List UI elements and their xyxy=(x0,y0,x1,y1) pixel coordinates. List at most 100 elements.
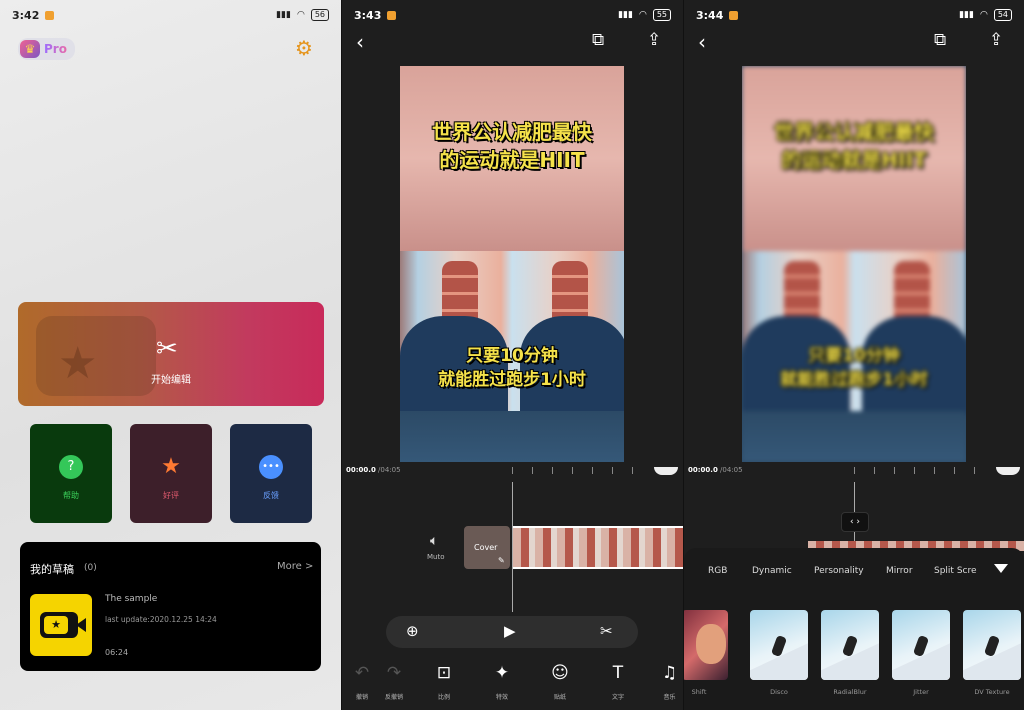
music-icon: ♫ xyxy=(661,663,678,683)
battery-icon: 54 xyxy=(993,9,1012,21)
chat-bubble-icon: ••• xyxy=(259,455,283,479)
filter-label: Jitter xyxy=(913,688,929,696)
effects-button[interactable]: ✦ 特效 xyxy=(482,660,522,701)
video-caption-bottom: 只要10分钟 就能胜过跑步1小时 xyxy=(780,346,928,390)
crown-icon: ♛ xyxy=(20,40,40,58)
mute-label: Muto xyxy=(427,553,445,561)
filter-label: Shift xyxy=(691,688,707,696)
play-icon[interactable]: ▶ xyxy=(504,622,516,640)
music-button[interactable]: ♫ 音乐 xyxy=(656,660,683,701)
help-button[interactable]: ? 帮助 xyxy=(30,424,112,523)
share-icon[interactable]: ⇪ xyxy=(989,30,1003,50)
feedback-button[interactable]: ••• 反馈 xyxy=(230,424,312,523)
notification-icon xyxy=(45,10,55,20)
pro-badge[interactable]: ♛ Pro xyxy=(18,38,75,60)
timeline-ruler[interactable] xyxy=(854,467,984,474)
wifi-icon: ◠ xyxy=(638,10,647,20)
smiley-icon: ☺ xyxy=(551,663,569,683)
draft-name: The sample xyxy=(105,594,158,604)
timeline-end-marker xyxy=(996,467,1020,475)
filter-label: DV Texture xyxy=(974,688,1010,696)
add-clip-icon[interactable]: ⊕ xyxy=(406,622,419,640)
battery-icon: 55 xyxy=(652,9,671,21)
signal-icon: ▮▮▮ xyxy=(618,10,633,20)
rate-label: 好评 xyxy=(163,491,179,500)
crop-icon[interactable]: ⧉ xyxy=(934,30,946,50)
video-caption-bottom: 只要10分钟 就能胜过跑步1小时 xyxy=(438,346,586,390)
filter-label: RadialBlur xyxy=(833,688,867,696)
trim-handle[interactable]: ‹ › xyxy=(841,512,869,532)
gear-icon[interactable]: ⚙ xyxy=(295,36,313,60)
ratio-icon: ⊡ xyxy=(436,663,452,683)
tab-split-screen[interactable]: Split Scre xyxy=(934,566,977,576)
tab-personality[interactable]: Personality xyxy=(814,566,864,576)
crop-icon[interactable]: ⧉ xyxy=(592,30,604,50)
timeline-time: 00:00.0 /04:05 xyxy=(346,466,401,474)
effects-panel: RGB Dynamic Personality Mirror Split Scr… xyxy=(684,548,1024,710)
scissors-icon: ✂ xyxy=(156,334,178,364)
tab-dynamic[interactable]: Dynamic xyxy=(752,566,792,576)
video-caption-top: 世界公认减肥最快 的运动就是HIIT xyxy=(432,120,592,172)
draft-last-update: last update:2020.12.25 14:24 xyxy=(105,615,217,624)
filter-radialblur[interactable] xyxy=(821,610,879,680)
video-preview-blurred[interactable]: 世界公认减肥最快 的运动就是HIIT 只要10分钟 就能胜过跑步1小时 xyxy=(742,66,966,462)
start-editing-label: 开始编辑 xyxy=(151,375,191,386)
editor-toolbar: ↶ 撤销 ↷ 反撤销 ⊡ 比例 ✦ 特效 ☺ 贴纸 T 文字 ♫ 音乐 xyxy=(342,660,683,710)
feedback-label: 反馈 xyxy=(263,491,279,500)
status-time: 3:43 xyxy=(354,8,382,22)
playback-controls: ⊕ ▶ ✂ xyxy=(386,616,638,648)
battery-icon: 56 xyxy=(310,9,329,21)
back-icon[interactable]: ‹ xyxy=(698,30,706,54)
tab-mirror[interactable]: Mirror xyxy=(886,566,913,576)
tab-rgb[interactable]: RGB xyxy=(708,566,727,576)
drafts-count: (0) xyxy=(84,563,97,573)
star-face-icon: ★ xyxy=(161,454,181,479)
collapse-panel-icon[interactable] xyxy=(994,564,1008,573)
signal-icon: ▮▮▮ xyxy=(276,10,291,20)
draft-thumbnail[interactable]: ★ xyxy=(30,594,92,656)
filter-jitter[interactable] xyxy=(892,610,950,680)
drafts-more-link[interactable]: More > xyxy=(277,561,313,572)
speaker-icon[interactable]: 🔈︎ xyxy=(430,533,438,549)
timeline-ruler[interactable] xyxy=(512,467,642,474)
notification-icon xyxy=(387,10,397,20)
drafts-panel: 我的草稿 (0) More > ★ The sample last update… xyxy=(20,542,321,671)
share-icon[interactable]: ⇪ xyxy=(647,30,661,50)
filter-disco[interactable] xyxy=(750,610,808,680)
sparkle-icon: ✦ xyxy=(494,663,510,683)
status-time: 3:42 xyxy=(12,8,40,22)
text-icon: T xyxy=(612,663,624,683)
wifi-icon: ◠ xyxy=(979,10,988,20)
filter-dv-texture[interactable] xyxy=(963,610,1021,680)
redo-button[interactable]: ↷ 反撤销 xyxy=(374,660,414,701)
video-camera-icon: ★ xyxy=(40,612,86,638)
question-icon: ? xyxy=(59,455,83,479)
timeline-time: 00:00.0 /04:05 xyxy=(688,466,743,474)
effects-screen: 3:44 ▮▮▮ ◠ 54 ‹ ⧉ ⇪ 世界公认减肥最快 的运动就是HIIT 只… xyxy=(684,0,1024,710)
editor-screen: 3:43 ▮▮▮ ◠ 55 ‹ ⧉ ⇪ 世界公认减肥最快 的运动就是HIIT 只… xyxy=(342,0,683,710)
filter-shift[interactable] xyxy=(684,610,728,680)
video-caption-top: 世界公认减肥最快 的运动就是HIIT xyxy=(774,120,934,172)
notification-icon xyxy=(729,10,739,20)
text-button[interactable]: T 文字 xyxy=(598,660,638,701)
rate-button[interactable]: ★ 好评 xyxy=(130,424,212,523)
signal-icon: ▮▮▮ xyxy=(959,10,974,20)
status-bar: 3:43 ▮▮▮ ◠ 55 xyxy=(342,0,683,30)
video-preview[interactable]: 世界公认减肥最快 的运动就是HIIT 只要10分钟 就能胜过跑步1小时 xyxy=(400,66,624,462)
drafts-title: 我的草稿 xyxy=(30,563,74,576)
star-watermark-icon: ★ xyxy=(58,338,98,389)
timeline-end-marker xyxy=(654,467,678,475)
stickers-button[interactable]: ☺ 贴纸 xyxy=(540,660,580,701)
video-filmstrip[interactable] xyxy=(513,526,683,569)
status-bar: 3:44 ▮▮▮ ◠ 54 xyxy=(684,0,1024,30)
back-icon[interactable]: ‹ xyxy=(356,30,364,54)
filter-label: Disco xyxy=(770,688,788,696)
split-scissors-icon[interactable]: ✂ xyxy=(600,622,613,640)
cover-button[interactable]: Cover ✎ xyxy=(464,526,510,569)
pro-label: Pro xyxy=(44,42,67,56)
status-bar: 3:42 ▮▮▮ ◠ 56 xyxy=(0,0,341,30)
ratio-button[interactable]: ⊡ 比例 xyxy=(424,660,464,701)
redo-icon: ↷ xyxy=(386,663,402,683)
home-screen: 3:42 ▮▮▮ ◠ 56 ♛ Pro ⚙ ★ ✂ 开始编辑 ? 帮助 ★ 好评… xyxy=(0,0,341,710)
status-time: 3:44 xyxy=(696,8,724,22)
